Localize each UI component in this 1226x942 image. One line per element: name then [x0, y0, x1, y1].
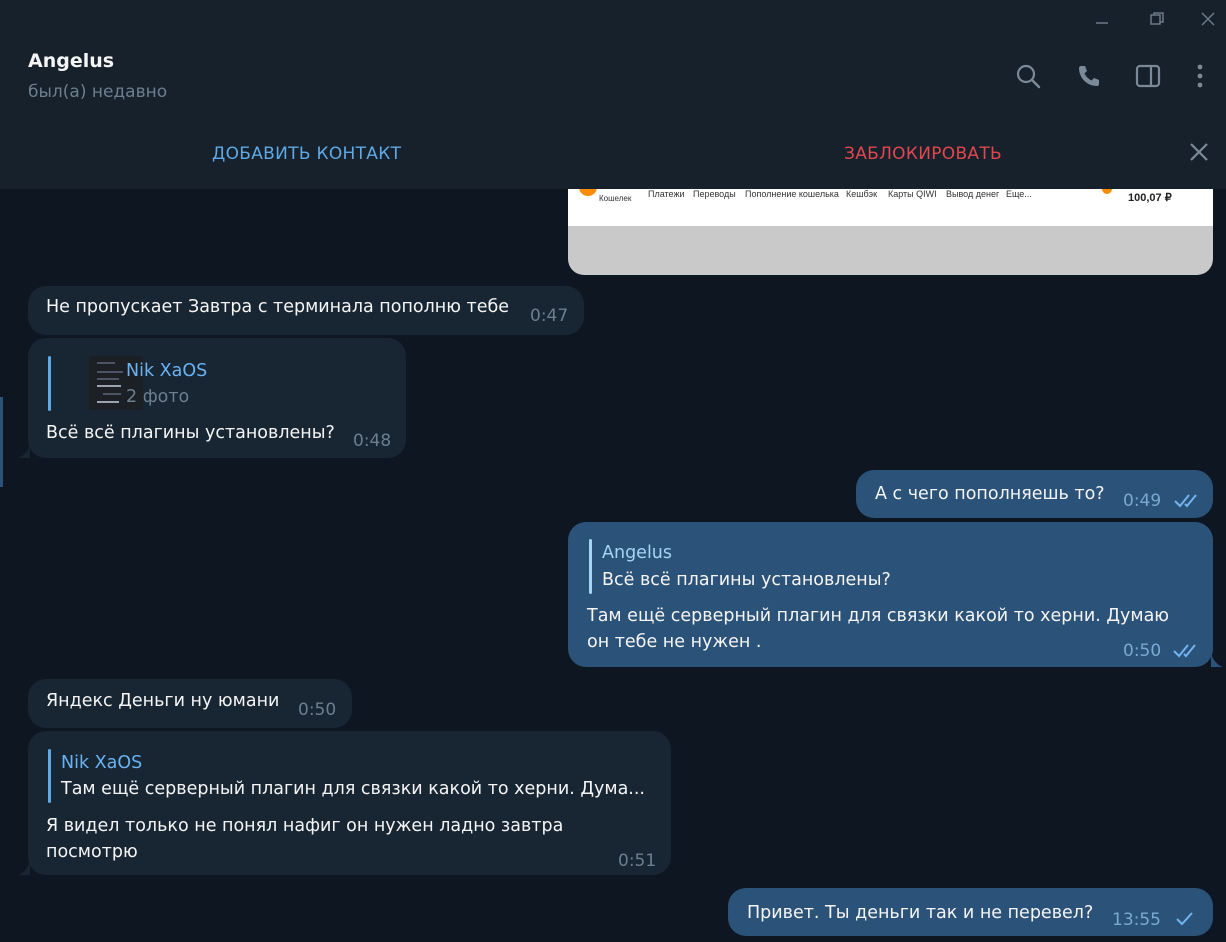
message-text: Яндекс Деньги ну юмани [46, 691, 280, 711]
message-bubble[interactable]: Не пропускает Завтра с терминала пополню… [28, 286, 584, 335]
message-bubble[interactable]: А с чего пополняешь то? 0:49 [856, 470, 1213, 518]
message-time: 13:55 [1112, 910, 1161, 930]
bell-icon [1102, 189, 1112, 194]
message-text-line: Там ещё серверный плагин для связки како… [587, 606, 1170, 626]
chat-title[interactable]: Angelus [28, 50, 114, 72]
message-text: Всё всё плагины установлены? [46, 423, 335, 443]
phone-icon[interactable] [1072, 59, 1106, 93]
double-check-icon [1174, 494, 1197, 508]
add-contact-button[interactable]: ДОБАВИТЬ КОНТАКТ [212, 144, 401, 164]
reply-bar [48, 749, 51, 803]
chat-header: Angelus был(а) недавно [0, 37, 1226, 120]
check-icon [1176, 912, 1193, 926]
qiwi-logo-icon [579, 189, 597, 196]
message-text-line: Я видел только не понял нафиг он нужен л… [46, 816, 564, 836]
reply-preview: 2 фото [126, 387, 190, 407]
reply-author: Angelus [602, 543, 673, 563]
reply-bar [48, 356, 51, 411]
photo-nav-item: Кешбэк [846, 189, 878, 199]
more-vertical-icon[interactable] [1183, 59, 1217, 93]
message-bubble[interactable]: Nik XaOS Там ещё серверный плагин для св… [28, 731, 671, 875]
chat-status: был(а) недавно [28, 82, 168, 102]
message-text: Не пропускает Завтра с терминала пополню… [46, 297, 510, 317]
message-bubble[interactable]: Яндекс Деньги ну юмани 0:50 [28, 679, 352, 728]
photo-nav-item: Карты QIWI [888, 189, 937, 199]
message-bubble[interactable]: Nik XaOS 2 фото Всё всё плагины установл… [28, 338, 406, 458]
photo-nav-item: Еще... [1006, 189, 1032, 199]
message-bubble[interactable]: Привет. Ты деньги так и не перевел? 13:5… [728, 888, 1213, 936]
close-icon[interactable] [1184, 137, 1214, 167]
contact-action-bar: ДОБАВИТЬ КОНТАКТ ЗАБЛОКИРОВАТЬ [0, 119, 1226, 189]
message-list[interactable]: Кошелек Платежи Переводы Пополнение коше… [0, 189, 1226, 942]
scroll-indicator [0, 397, 3, 487]
minimize-icon[interactable] [1072, 0, 1132, 37]
reply-author: Nik XaOS [126, 361, 208, 381]
photo-balance: 100,07 ₽ [1128, 192, 1172, 204]
block-button[interactable]: ЗАБЛОКИРОВАТЬ [844, 144, 1002, 164]
reply-bar [589, 539, 592, 594]
reply-preview: Там ещё серверный плагин для связки како… [61, 779, 645, 799]
message-text: Привет. Ты деньги так и не перевел? [747, 903, 1094, 923]
photo-header-strip: Кошелек Платежи Переводы Пополнение коше… [568, 189, 1213, 226]
message-time: 0:50 [1123, 641, 1162, 661]
message-time: 0:49 [1123, 491, 1162, 511]
photo-nav-item: Пополнение кошелька [745, 189, 839, 199]
search-icon[interactable] [1011, 59, 1045, 93]
bubble-tail [1211, 653, 1223, 667]
message-time: 0:48 [353, 431, 392, 451]
message-time: 0:47 [530, 306, 569, 326]
photo-nav-item: Платежи [648, 189, 685, 199]
window-titlebar [0, 0, 1226, 37]
photo-nav-item: Вывод денег [946, 189, 1000, 199]
photo-brand: Кошелек [599, 194, 632, 203]
message-text-line: он тебе не нужен . [587, 632, 762, 652]
double-check-icon [1173, 644, 1196, 658]
photo-message[interactable]: Кошелек Платежи Переводы Пополнение коше… [568, 189, 1213, 275]
reply-preview: Всё всё плагины установлены? [602, 570, 891, 590]
message-text-line: посмотрю [46, 842, 138, 862]
bubble-tail [18, 444, 30, 458]
photo-nav-item: Переводы [693, 189, 736, 199]
close-icon[interactable] [1178, 0, 1226, 37]
message-bubble[interactable]: Angelus Всё всё плагины установлены? Там… [568, 522, 1213, 667]
sidebar-icon[interactable] [1131, 59, 1165, 93]
message-text: А с чего пополняешь то? [875, 484, 1105, 504]
message-time: 0:51 [618, 851, 657, 871]
bubble-tail [18, 861, 30, 875]
reply-author: Nik XaOS [61, 753, 143, 773]
message-time: 0:50 [298, 700, 337, 720]
